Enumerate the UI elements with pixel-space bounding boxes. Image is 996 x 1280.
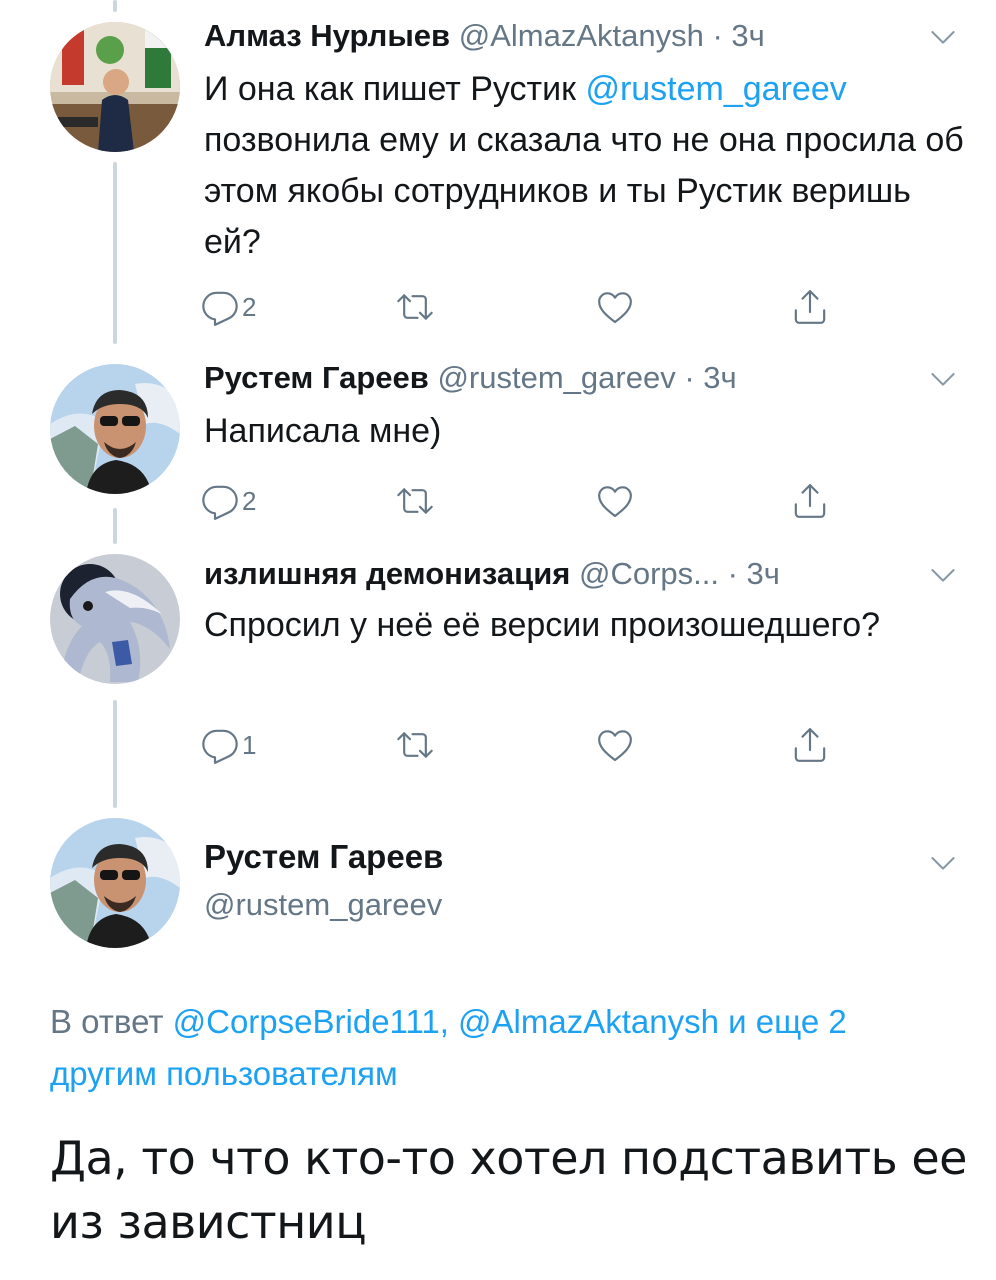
retweet-icon <box>395 725 435 765</box>
reply-others-link[interactable]: и еще 2 другим пользователям <box>50 1003 847 1092</box>
timestamp[interactable]: · 3ч <box>684 360 736 395</box>
author-handle[interactable]: @Corps... <box>579 556 719 591</box>
share-icon <box>790 481 830 521</box>
reply-icon <box>200 481 240 521</box>
timestamp[interactable]: · 3ч <box>712 18 764 53</box>
tweet[interactable]: излишняя демонизация @Corps... · 3ч Спро… <box>0 546 996 806</box>
tweet-text-part: позвонила ему и сказала что не она проси… <box>204 121 964 261</box>
tweet-text-part: И она как пишет Рустик <box>204 70 586 108</box>
tweet-header: Рустем Гареев @rustem_gareev · 3ч <box>204 358 737 398</box>
share-button[interactable] <box>790 476 830 526</box>
chevron-down-icon[interactable] <box>928 364 958 394</box>
tweet-actions: 2 <box>200 282 840 332</box>
reply-icon <box>200 287 240 327</box>
share-icon <box>790 725 830 765</box>
retweet-icon <box>395 481 435 521</box>
avatar[interactable] <box>50 22 180 152</box>
share-button[interactable] <box>790 720 830 770</box>
share-icon <box>790 287 830 327</box>
tweet-text: Написала мне) <box>204 412 442 450</box>
mention-link[interactable]: @rustem_gareev <box>585 70 846 108</box>
heart-icon <box>595 287 635 327</box>
retweet-button[interactable] <box>395 720 435 770</box>
reply-button[interactable]: 2 <box>200 476 256 526</box>
retweet-button[interactable] <box>395 476 435 526</box>
author-name[interactable]: Рустем Гареев <box>204 360 429 395</box>
share-button[interactable] <box>790 282 830 332</box>
tweet-actions: 2 <box>200 476 840 526</box>
avatar[interactable] <box>50 818 180 948</box>
timestamp[interactable]: · 3ч <box>728 556 780 591</box>
tweet-header: Алмаз Нурлыев @AlmazAktanysh · 3ч <box>204 16 765 56</box>
heart-icon <box>595 481 635 521</box>
reply-separator: , <box>439 1003 459 1040</box>
reply-button[interactable]: 1 <box>200 720 256 770</box>
like-button[interactable] <box>595 282 635 332</box>
chevron-down-icon[interactable] <box>928 22 958 52</box>
avatar[interactable] <box>50 554 180 684</box>
author-handle[interactable]: @rustem_gareev <box>437 360 675 395</box>
reply-context: В ответ @CorpseBride111, @AlmazAktanysh … <box>50 996 960 1100</box>
tweet-text: И она как пишет Рустик @rustem_gareev по… <box>204 64 964 268</box>
author-name[interactable]: излишняя демонизация <box>204 556 570 591</box>
reply-prefix: В ответ <box>50 1003 173 1040</box>
like-button[interactable] <box>595 476 635 526</box>
reply-count: 2 <box>242 485 257 516</box>
retweet-icon <box>395 287 435 327</box>
like-button[interactable] <box>595 720 635 770</box>
chevron-down-icon[interactable] <box>928 848 958 878</box>
tweet[interactable]: Алмаз Нурлыев @AlmazAktanysh · 3ч И она … <box>0 0 996 350</box>
author-handle[interactable]: @AlmazAktanysh <box>459 18 704 53</box>
author-name[interactable]: Алмаз Нурлыев <box>204 18 450 53</box>
tweet-text: Спросил у неё её версии произошедшего? <box>204 606 881 644</box>
reply-button[interactable]: 2 <box>200 282 256 332</box>
avatar[interactable] <box>50 364 180 494</box>
chevron-down-icon[interactable] <box>928 560 958 590</box>
tweet[interactable]: Рустем Гареев @rustem_gareev · 3ч Написа… <box>0 350 996 546</box>
author-name[interactable]: Рустем Гареев <box>204 836 443 878</box>
heart-icon <box>595 725 635 765</box>
tweet-actions: 1 <box>200 720 840 770</box>
retweet-button[interactable] <box>395 282 435 332</box>
tweet-header: излишняя демонизация @Corps... · 3ч <box>204 554 780 594</box>
reply-count: 1 <box>242 729 257 760</box>
tweet-text: Да, то что кто-то хотел подставить ее из… <box>50 1131 967 1249</box>
reply-count: 2 <box>242 291 257 322</box>
author-handle[interactable]: @rustem_gareev <box>204 884 442 926</box>
reply-icon <box>200 725 240 765</box>
mention-link[interactable]: @CorpseBride111 <box>173 1003 440 1040</box>
mention-link[interactable]: @AlmazAktanysh <box>458 1003 719 1040</box>
